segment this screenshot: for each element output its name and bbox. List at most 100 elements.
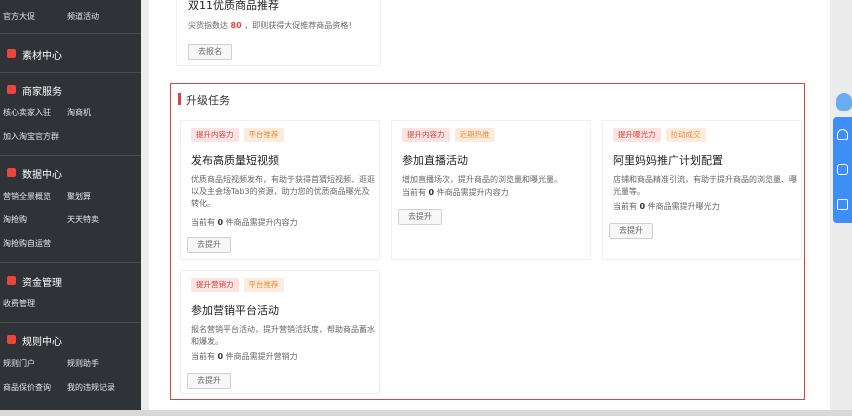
data-icon [7,168,16,177]
task-card-alimama: 提升曝光力 拉动成交 阿里妈妈推广计划配置 店铺和商品精准引流，有助于提升商品的浏… [602,120,802,260]
sidebar-link-tiantiantemai[interactable]: 天天特卖 [67,214,99,225]
desc-number: 80 [230,21,242,30]
desc-suffix: ，即则获得大促推荐商品资格！ [244,21,357,30]
improve-button[interactable]: 去提升 [187,237,231,253]
count-prefix: 当前有 [402,188,426,197]
promo-card: 双11优质商品推荐 尖货指数达 80 ，即则获得大促推荐商品资格！ 去报名 [176,0,381,66]
sidebar-section-data[interactable]: 数据中心 [0,164,141,184]
count-suffix: 件商品需提升内容力 [225,218,298,227]
divider [0,72,141,73]
sidebar-row: 官方大促 频道活动 [0,11,141,25]
tag-exposure-power: 提升曝光力 [613,128,661,142]
task-desc: 报名营销平台活动，提升营销活跃度，帮助商品蓄水和爆发。 [191,325,375,346]
tag-platform-recommend: 平台推荐 [243,128,284,142]
upgrade-tasks-section: 升级任务 提升内容力 平台推荐 发布高质量短视频 优质商品短视频发布，有助于获得首… [170,83,805,400]
rules-icon [7,335,16,344]
mascot-icon[interactable] [836,93,852,111]
sidebar-link-rules-portal[interactable]: 规则门户 [3,358,35,369]
sidebar-row: 规则门户 规则助手 [0,358,141,372]
divider [0,262,141,263]
divider [0,322,141,323]
section-label: 数据中心 [22,170,62,181]
tag-group: 提升内容力 近期热推 [402,128,500,144]
tag-group: 提升内容力 平台推荐 [191,128,289,144]
task-desc: 优质商品短视频发布，有助于获得首猜短视频、逛逛以及主会场Tab3的资源，助力您的… [191,175,375,208]
task-title: 参加直播活动 [402,154,468,167]
tag-platform-recommend: 平台推荐 [243,278,284,292]
task-count: 当前有 0 件商品需提升营销力 [191,351,298,362]
sidebar-link-price-protection[interactable]: 商品保价查询 [3,382,51,393]
section-label: 资金管理 [22,278,62,289]
improve-button[interactable]: 去提升 [609,223,653,239]
tag-group: 提升营销力 平台推荐 [191,278,289,294]
sidebar-section-merchant[interactable]: 商家服务 [0,81,141,101]
desc-prefix: 尖货指数达 [188,21,228,30]
tag-content-power: 提升内容力 [402,128,450,142]
sidebar-link-channel-activity[interactable]: 频道活动 [67,11,99,22]
sidebar-row: 加入淘宝官方群 [0,131,141,145]
improve-button[interactable]: 去提升 [187,373,231,389]
tag-group: 提升曝光力 拉动成交 [613,128,711,144]
sidebar-link-core-seller[interactable]: 核心卖家入驻 [3,107,51,118]
promo-card-title: 双11优质商品推荐 [188,0,279,12]
sidebar-row: 商品保价查询 我的违规记录 [0,382,141,396]
count-prefix: 当前有 [191,218,215,227]
sidebar-section-material[interactable]: 素材中心 [0,45,141,65]
section-title: 升级任务 [186,94,230,107]
sidebar-link-violation-records[interactable]: 我的违规记录 [67,382,115,393]
material-icon [7,49,16,58]
sidebar-link-rules-assistant[interactable]: 规则助手 [67,358,99,369]
sidebar-section-fund[interactable]: 资金管理 [0,272,141,292]
count-number: 0 [428,188,435,197]
sidebar-link-official-promo[interactable]: 官方大促 [3,11,35,22]
improve-button[interactable]: 去提升 [398,209,442,225]
task-card-short-video: 提升内容力 平台推荐 发布高质量短视频 优质商品短视频发布，有助于获得首猜短视频、… [180,120,380,260]
sidebar-link-taoqianggou-self[interactable]: 淘抢购自运营 [3,238,51,249]
count-prefix: 当前有 [613,202,637,211]
task-desc: 店铺和商品精准引流，有助于提升商品的浏览量、曝光量等。 [613,175,797,196]
sidebar: 官方大促 频道活动 素材中心 商家服务 核心卖家入驻 淘商机 加入淘宝官方群 数… [0,0,141,416]
sidebar-section-rules[interactable]: 规则中心 [0,331,141,351]
count-number: 0 [639,202,646,211]
sidebar-link-marketing-overview[interactable]: 营销全景概览 [3,191,51,202]
count-prefix: 当前有 [191,352,215,361]
section-label: 商家服务 [22,87,62,98]
tag-drive-sales: 拉动成交 [665,128,706,142]
sidebar-link-join-group[interactable]: 加入淘宝官方群 [3,131,59,142]
task-card-marketing: 提升营销力 平台推荐 参加营销平台活动 报名营销平台活动，提升营销活跃度，帮助商品… [180,270,380,394]
horizontal-scrollbar[interactable] [0,410,852,416]
task-card-live-stream: 提升内容力 近期热推 参加直播活动 增加直播场次，提升商品的浏览量和曝光量。 当前… [391,120,591,260]
task-count: 当前有 0 件商品需提升内容力 [402,187,509,198]
tag-content-power: 提升内容力 [191,128,239,142]
sidebar-link-taoqianggou[interactable]: 淘抢购 [3,214,27,225]
count-number: 0 [217,218,224,227]
tag-marketing-power: 提升营销力 [191,278,239,292]
count-suffix: 件商品需提升内容力 [436,188,509,197]
sidebar-link-fee-management[interactable]: 收费管理 [3,298,35,309]
sidebar-row: 核心卖家入驻 淘商机 [0,107,141,121]
sidebar-link-juhuasuan[interactable]: 聚划算 [67,191,91,202]
count-number: 0 [217,352,224,361]
task-count: 当前有 0 件商品需提升内容力 [191,217,298,228]
divider [0,33,141,34]
service-icon[interactable] [837,129,848,140]
sidebar-row: 营销全景概览 聚划算 [0,191,141,205]
count-suffix: 件商品需提升营销力 [225,352,298,361]
signup-button[interactable]: 去报名 [188,44,232,60]
section-marker [178,93,181,105]
task-count: 当前有 0 件商品需提升曝光力 [613,201,720,212]
task-desc: 增加直播场次，提升商品的浏览量和曝光量。 [402,175,562,184]
task-title: 发布高质量短视频 [191,154,279,167]
floating-toolbar [833,117,852,223]
shield-icon[interactable] [837,164,848,175]
sidebar-link-taoshangji[interactable]: 淘商机 [67,107,91,118]
count-suffix: 件商品需提升曝光力 [647,202,720,211]
home-icon[interactable] [837,199,848,210]
tag-recent-hot: 近期热推 [454,128,495,142]
sidebar-row: 收费管理 [0,298,141,312]
promo-card-desc: 尖货指数达 80 ，即则获得大促推荐商品资格！ [188,20,356,31]
section-label: 素材中心 [22,51,62,62]
section-label: 规则中心 [22,337,62,348]
task-title: 参加营销平台活动 [191,304,279,317]
task-title: 阿里妈妈推广计划配置 [613,154,723,167]
